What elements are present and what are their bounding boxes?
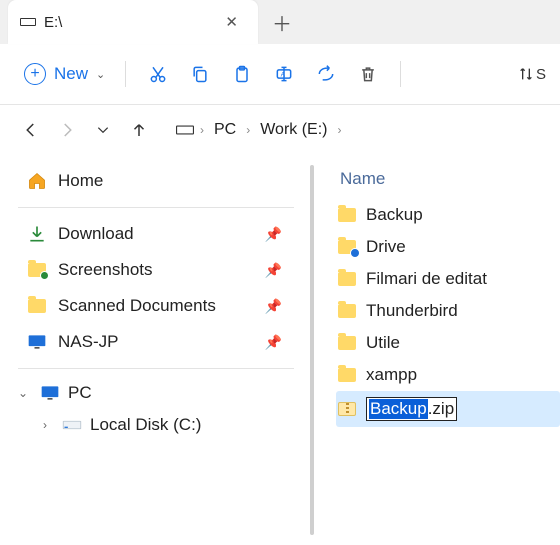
pin-icon: 📌	[265, 226, 282, 243]
folder-row[interactable]: xampp	[336, 359, 560, 391]
folder-icon	[338, 336, 356, 350]
svg-text:A: A	[281, 72, 286, 79]
rename-button[interactable]: A	[266, 56, 302, 92]
folder-icon	[338, 240, 356, 254]
folder-icon	[338, 368, 356, 382]
separator	[18, 207, 294, 208]
sidebar-home[interactable]: Home	[14, 163, 304, 199]
monitor-icon	[40, 384, 60, 402]
rename-input[interactable]: Backup.zip	[366, 397, 457, 421]
command-bar: + New ⌄ A S	[0, 44, 560, 105]
folder-row[interactable]: Drive	[336, 231, 560, 263]
new-button[interactable]: + New ⌄	[18, 59, 111, 89]
sidebar-home-label: Home	[58, 171, 103, 191]
sidebar-item-label: Scanned Documents	[58, 296, 216, 316]
close-tab-button[interactable]: ✕	[219, 11, 244, 33]
sort-button[interactable]: S	[514, 56, 550, 92]
address-bar[interactable]: › PC › Work (E:) ›	[170, 115, 550, 145]
rename-rest: .zip	[428, 399, 454, 419]
delete-button[interactable]	[350, 56, 386, 92]
paste-button[interactable]	[224, 56, 260, 92]
sidebar-pc[interactable]: ⌄ PC	[14, 377, 304, 409]
folder-row[interactable]: Utile	[336, 327, 560, 359]
file-name: Drive	[366, 237, 406, 257]
separator	[125, 61, 126, 87]
crumb-drive[interactable]: Work (E:)	[256, 119, 331, 141]
sidebar-item-label: Download	[58, 224, 134, 244]
tabs-bar: E:\ ✕ ＋	[0, 0, 560, 44]
disk-icon	[62, 417, 82, 433]
file-name: Utile	[366, 333, 400, 353]
folder-icon	[26, 263, 48, 277]
chevron-down-icon[interactable]: ⌄	[14, 386, 32, 400]
active-tab[interactable]: E:\ ✕	[8, 0, 258, 44]
sidebar-item-nas[interactable]: NAS-JP 📌	[14, 324, 304, 360]
content-area: Home Download 📌 Screenshots 📌 Scanned Do…	[0, 155, 560, 545]
sidebar-item-screenshots[interactable]: Screenshots 📌	[14, 252, 304, 288]
rename-selection: Backup	[369, 399, 428, 419]
pin-icon: 📌	[265, 298, 282, 315]
folder-icon	[338, 304, 356, 318]
chevron-down-icon: ⌄	[96, 68, 105, 81]
navigation-pane: Home Download 📌 Screenshots 📌 Scanned Do…	[0, 155, 310, 545]
monitor-icon	[26, 333, 48, 351]
sidebar-item-label: Screenshots	[58, 260, 153, 280]
home-icon	[26, 171, 48, 191]
separator	[18, 368, 294, 369]
file-name: Backup	[366, 205, 423, 225]
sidebar-item-label: NAS-JP	[58, 332, 118, 352]
folder-icon	[338, 272, 356, 286]
zip-icon	[338, 402, 356, 416]
download-icon	[26, 224, 48, 244]
pane-resizer[interactable]	[310, 155, 316, 545]
sort-label-fragment: S	[536, 66, 546, 83]
drive-icon	[176, 123, 194, 137]
forward-button[interactable]	[52, 115, 82, 145]
chevron-right-icon: ›	[338, 123, 342, 137]
pin-icon: 📌	[265, 262, 282, 279]
folder-row[interactable]: Backup	[336, 199, 560, 231]
new-tab-button[interactable]: ＋	[258, 8, 306, 37]
chevron-right-icon: ›	[200, 123, 204, 137]
folder-row[interactable]: Thunderbird	[336, 295, 560, 327]
back-button[interactable]	[16, 115, 46, 145]
folder-icon	[338, 208, 356, 222]
plus-circle-icon: +	[24, 63, 46, 85]
cut-button[interactable]	[140, 56, 176, 92]
file-row-renaming[interactable]: Backup.zip	[336, 391, 560, 427]
drive-icon	[20, 14, 36, 30]
new-button-label: New	[54, 64, 88, 84]
sidebar-local-disk[interactable]: › Local Disk (C:)	[14, 409, 304, 441]
share-button[interactable]	[308, 56, 344, 92]
file-name: Filmari de editat	[366, 269, 487, 289]
copy-button[interactable]	[182, 56, 218, 92]
sidebar-pc-label: PC	[68, 383, 92, 403]
folder-row[interactable]: Filmari de editat	[336, 263, 560, 295]
nav-row: › PC › Work (E:) ›	[0, 105, 560, 155]
recent-locations-button[interactable]	[88, 115, 118, 145]
separator	[400, 61, 401, 87]
sidebar-local-disk-label: Local Disk (C:)	[90, 415, 201, 435]
column-header-name[interactable]: Name	[336, 163, 560, 199]
crumb-pc[interactable]: PC	[210, 119, 240, 141]
sidebar-item-download[interactable]: Download 📌	[14, 216, 304, 252]
chevron-right-icon[interactable]: ›	[36, 418, 54, 432]
up-button[interactable]	[124, 115, 154, 145]
file-name: Thunderbird	[366, 301, 458, 321]
file-list: Name Backup Drive Filmari de editat Thun…	[316, 155, 560, 545]
chevron-right-icon: ›	[246, 123, 250, 137]
tab-title: E:\	[44, 14, 211, 31]
folder-icon	[26, 299, 48, 313]
sidebar-item-scanned[interactable]: Scanned Documents 📌	[14, 288, 304, 324]
file-name: xampp	[366, 365, 417, 385]
pin-icon: 📌	[265, 334, 282, 351]
